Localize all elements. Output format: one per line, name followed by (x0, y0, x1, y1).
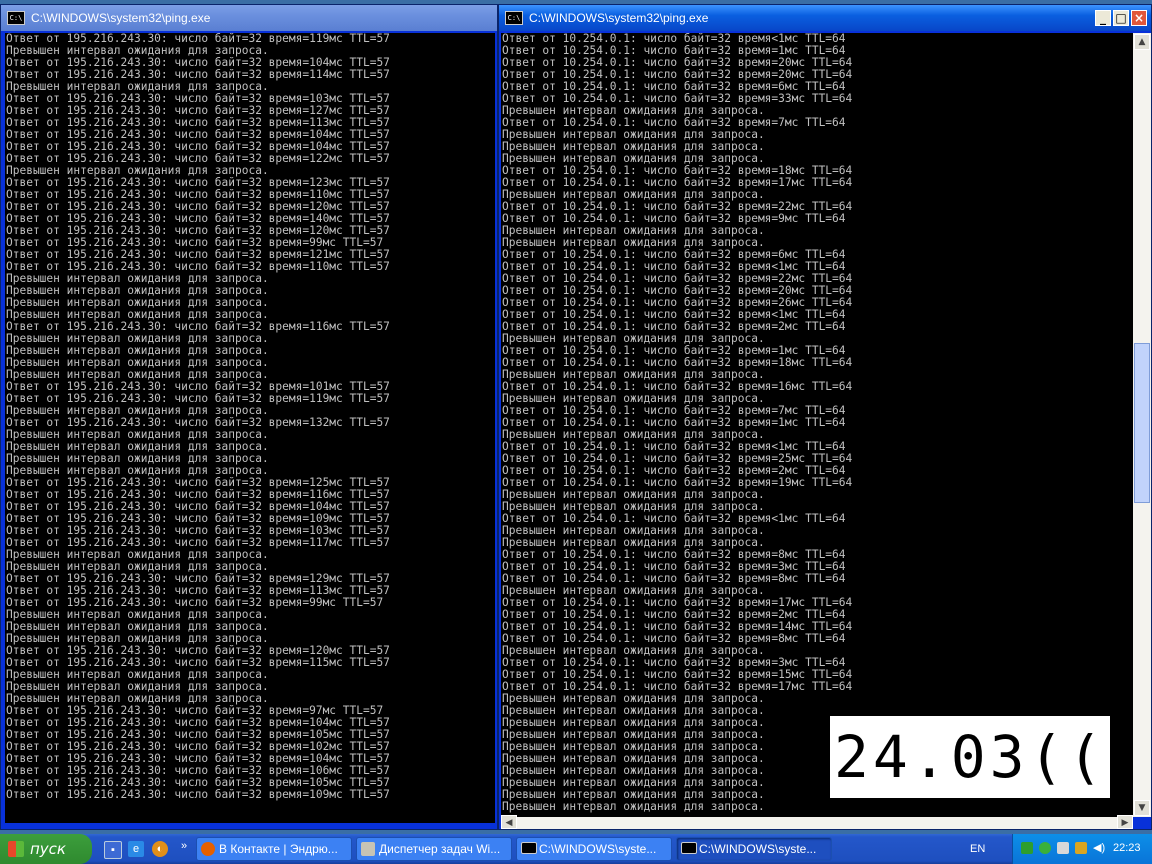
console-line: Ответ от 195.216.243.30: число байт=32 в… (6, 788, 390, 801)
scroll-left-arrow-icon[interactable]: ◀ (501, 815, 517, 829)
taskbar-button-label: В Контакте | Эндрю... (219, 842, 338, 856)
right-console-output[interactable]: Ответ от 10.254.0.1: число байт=32 время… (501, 33, 1133, 817)
maximize-button[interactable]: □ (1113, 10, 1129, 26)
taskbar-button-console-2[interactable]: C:\WINDOWS\syste... (676, 837, 832, 861)
console-icon: C:\ (505, 11, 523, 25)
left-window-title: C:\WINDOWS\system32\ping.exe (31, 11, 211, 25)
console-line: Превышен интервал ожидания для запроса. (502, 800, 765, 813)
taskbar-button-label: C:\WINDOWS\syste... (539, 842, 657, 856)
security-icon[interactable] (1057, 842, 1069, 854)
left-console-window[interactable]: C:\ C:\WINDOWS\system32\ping.exe Ответ о… (0, 4, 498, 830)
taskbar-button-label: Диспетчер задач Wi... (379, 842, 501, 856)
clock[interactable]: 22:23 (1113, 842, 1141, 854)
horizontal-scrollbar[interactable]: ◀ ▶ (501, 815, 1133, 829)
date-overlay-text: 24.03(( (830, 716, 1110, 798)
start-button[interactable]: пуск (0, 834, 92, 864)
network-icon[interactable] (1021, 842, 1033, 854)
taskbar: пуск ▪ e ◐ » В Контакте | Эндрю... Диспе… (0, 834, 1152, 864)
vertical-scrollbar[interactable]: ▲ ▼ (1133, 33, 1151, 817)
scroll-up-arrow-icon[interactable]: ▲ (1134, 34, 1150, 50)
left-console-output[interactable]: Ответ от 195.216.243.30: число байт=32 в… (5, 33, 495, 823)
download-icon[interactable] (1075, 842, 1087, 854)
right-window-titlebar[interactable]: C:\ C:\WINDOWS\system32\ping.exe _ □ × (499, 5, 1151, 31)
right-console-window[interactable]: C:\ C:\WINDOWS\system32\ping.exe _ □ × О… (498, 4, 1152, 830)
scroll-right-arrow-icon[interactable]: ▶ (1117, 815, 1133, 829)
right-console-text: Ответ от 10.254.0.1: число байт=32 время… (501, 33, 1133, 813)
close-button[interactable]: × (1131, 10, 1147, 26)
firefox-icon (201, 842, 215, 856)
scroll-thumb[interactable] (1134, 343, 1150, 503)
system-tray: ◀) 22:23 (1012, 834, 1152, 864)
messenger-icon[interactable]: ◐ (152, 841, 168, 857)
right-window-title: C:\WINDOWS\system32\ping.exe (529, 11, 709, 25)
start-label: пуск (30, 840, 66, 858)
taskbar-button-label: C:\WINDOWS\syste... (699, 842, 817, 856)
left-window-titlebar[interactable]: C:\ C:\WINDOWS\system32\ping.exe (1, 5, 497, 31)
taskbar-button-task-manager[interactable]: Диспетчер задач Wi... (356, 837, 512, 861)
windows-logo-icon (8, 841, 24, 857)
volume-icon[interactable]: ◀) (1093, 842, 1105, 854)
console-icon (681, 842, 697, 854)
internet-explorer-icon[interactable]: e (128, 841, 144, 857)
antivirus-icon[interactable] (1039, 842, 1051, 854)
quick-launch-expand-icon[interactable]: » (176, 838, 192, 854)
show-desktop-icon[interactable]: ▪ (104, 841, 122, 859)
taskbar-button-console-1[interactable]: C:\WINDOWS\syste... (516, 837, 672, 861)
taskbar-button-browser[interactable]: В Контакте | Эндрю... (196, 837, 352, 861)
task-manager-icon (361, 842, 375, 856)
scroll-down-arrow-icon[interactable]: ▼ (1134, 800, 1150, 816)
minimize-button[interactable]: _ (1095, 10, 1111, 26)
language-indicator[interactable]: EN (970, 843, 985, 855)
console-icon: C:\ (7, 11, 25, 25)
left-console-text: Ответ от 195.216.243.30: число байт=32 в… (5, 33, 495, 801)
console-icon (521, 842, 537, 854)
